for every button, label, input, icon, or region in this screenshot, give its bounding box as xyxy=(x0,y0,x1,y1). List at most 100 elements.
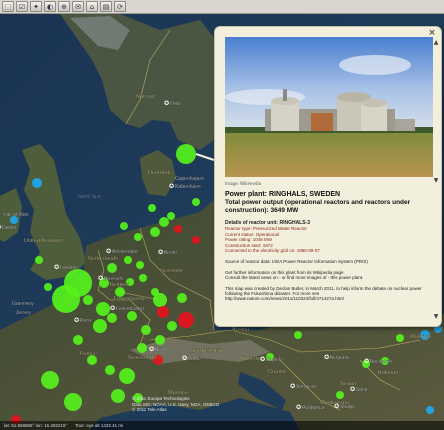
power-plant-marker-green[interactable] xyxy=(64,393,82,411)
source-line[interactable]: Source of reactor data: IAEA Power React… xyxy=(225,259,431,265)
power-plant-marker-green[interactable] xyxy=(177,293,187,303)
capital-star-icon: ✪ xyxy=(260,356,265,363)
power-plant-marker-green[interactable] xyxy=(124,256,132,264)
capital-star-icon: ✪ xyxy=(164,100,169,107)
power-plant-marker-green[interactable] xyxy=(107,263,117,273)
map-label-country: Luxembourg xyxy=(114,296,145,302)
power-plant-marker-green[interactable] xyxy=(159,217,169,227)
power-plant-marker-green[interactable] xyxy=(336,391,344,399)
scroll-down-icon-bottom[interactable]: ▼ xyxy=(432,313,440,321)
toolbar-button-6[interactable]: ⌂ xyxy=(86,1,98,12)
power-plant-marker-green[interactable] xyxy=(52,285,80,313)
power-plant-marker-green[interactable] xyxy=(35,256,43,264)
map-label-city: Podgorica xyxy=(302,405,325,411)
power-plant-marker-red[interactable] xyxy=(192,236,200,244)
toolbar-button-3[interactable]: ◐ xyxy=(44,1,56,12)
map-label-city: Sarajevo xyxy=(296,384,316,390)
power-plant-marker-green[interactable] xyxy=(155,335,165,345)
map-label-country: Germany xyxy=(160,268,183,274)
map-label-city: Vaduz xyxy=(188,356,202,362)
map-label-country: Belgium xyxy=(110,282,130,288)
toolbar-button-8[interactable]: ⟳ xyxy=(114,1,126,12)
capital-star-icon: ✪ xyxy=(364,358,369,365)
map-label-country: Moldova xyxy=(410,334,432,340)
capital-star-icon: ✪ xyxy=(98,275,103,282)
power-plant-marker-green[interactable] xyxy=(134,233,142,241)
map-label-city: København xyxy=(175,184,201,190)
toolbar-button-5[interactable]: ✉ xyxy=(72,1,84,12)
power-plant-marker-green[interactable] xyxy=(73,335,83,345)
power-plant-marker-green[interactable] xyxy=(396,334,404,342)
power-plant-marker-green[interactable] xyxy=(83,295,93,305)
toolbar-button-4[interactable]: ⊕ xyxy=(58,1,70,12)
status-bar: lat: 51.558866° lon: 16.402216° Tour: ey… xyxy=(0,421,444,430)
power-plant-marker-green[interactable] xyxy=(192,198,200,206)
power-plant-marker-green[interactable] xyxy=(96,302,110,316)
power-plant-marker-green[interactable] xyxy=(41,371,59,389)
power-plant-marker-green[interactable] xyxy=(111,389,125,403)
capital-star-icon: ✪ xyxy=(350,386,355,393)
capital-star-icon: ✪ xyxy=(0,224,1,231)
power-plant-marker-green[interactable] xyxy=(176,144,196,164)
toolbar-button-0[interactable]: ⬚ xyxy=(2,1,14,12)
map-label-country: Netherlands xyxy=(88,256,118,262)
map-label-country: Denmark xyxy=(148,170,171,176)
map-label-country: Bulgaria xyxy=(378,370,399,376)
power-plant-marker-red[interactable] xyxy=(178,312,194,328)
power-plant-marker-green[interactable] xyxy=(105,365,115,375)
close-icon[interactable]: × xyxy=(427,28,437,38)
capital-star-icon: ✪ xyxy=(182,355,187,362)
image-credit: Image: Wikimedia xyxy=(225,181,262,186)
map-label-region: Guernsey xyxy=(12,301,34,307)
power-plant-marker-green[interactable] xyxy=(93,319,107,333)
capital-star-icon: ✪ xyxy=(169,183,174,190)
map-label-city: Belgrade xyxy=(330,355,350,361)
power-plant-marker-blue[interactable] xyxy=(426,406,434,414)
power-plant-marker-green[interactable] xyxy=(44,283,52,291)
power-plant-marker-green[interactable] xyxy=(127,311,137,321)
capital-star-icon: ✪ xyxy=(290,383,295,390)
power-plant-marker-red[interactable] xyxy=(157,306,169,318)
map-label-city: Paris xyxy=(80,318,92,324)
power-plant-marker-green[interactable] xyxy=(167,321,177,331)
toolbar-button-2[interactable]: ✦ xyxy=(30,1,42,12)
power-plant-marker-green[interactable] xyxy=(167,212,175,220)
map-label-city: Berlin xyxy=(164,250,177,256)
capital-star-icon: ✪ xyxy=(324,354,329,361)
eye-altitude-readout: Tour: eye alt 1422.41 mi xyxy=(75,423,124,428)
power-plant-marker-blue[interactable] xyxy=(32,178,42,188)
map-label-city: Amsterdam xyxy=(112,249,138,255)
power-plant-marker-green[interactable] xyxy=(139,274,147,282)
map-label-country: Austria xyxy=(232,327,250,333)
power-plant-marker-green[interactable] xyxy=(150,227,160,237)
toolbar-button-1[interactable]: ☑ xyxy=(16,1,28,12)
power-plant-marker-green[interactable] xyxy=(153,293,167,307)
capital-star-icon: ✪ xyxy=(106,248,111,255)
power-plant-marker-green[interactable] xyxy=(120,222,128,230)
power-plant-marker-red[interactable] xyxy=(174,225,182,233)
coordinates-readout: lat: 51.558866° lon: 16.402216° xyxy=(4,423,68,428)
map-copyright: © 2011 Europa Technologies Data SIO, NOA… xyxy=(132,396,219,413)
reactor-details: Details of reactor unit: RINGHALS-3 Reac… xyxy=(225,220,431,254)
map-label-city: Zagreb xyxy=(266,357,282,363)
power-plant-marker-green[interactable] xyxy=(148,204,156,212)
scroll-up-icon[interactable]: ▲ xyxy=(432,39,440,47)
capital-star-icon: ✪ xyxy=(334,403,339,410)
power-plant-marker-green[interactable] xyxy=(141,325,151,335)
map-label-city-en: Copenhagen xyxy=(175,176,204,182)
detail-line: Connected to the electricity grid on: 19… xyxy=(225,248,320,254)
capital-star-icon: ✪ xyxy=(149,346,154,353)
toolbar-button-7[interactable]: ▤ xyxy=(100,1,112,12)
news-images-link-line[interactable]: Consult the latest news on - or find mor… xyxy=(225,275,431,281)
toolbar: ⬚ ☑ ✦ ◐ ⊕ ✉ ⌂ ▤ ⟳ xyxy=(0,0,444,14)
power-plant-marker-green[interactable] xyxy=(137,343,147,353)
power-plant-marker-green[interactable] xyxy=(136,261,144,269)
power-plant-marker-green[interactable] xyxy=(294,331,302,339)
map-label-country: United Kingdom xyxy=(24,238,64,244)
plant-photo xyxy=(225,37,433,177)
map-label-country: Norway xyxy=(136,94,155,100)
scroll-down-icon[interactable]: ▼ xyxy=(432,177,440,185)
power-plant-marker-green[interactable] xyxy=(119,368,135,384)
power-plant-marker-green[interactable] xyxy=(107,313,117,323)
map-label-sea: North Sea xyxy=(78,194,101,200)
